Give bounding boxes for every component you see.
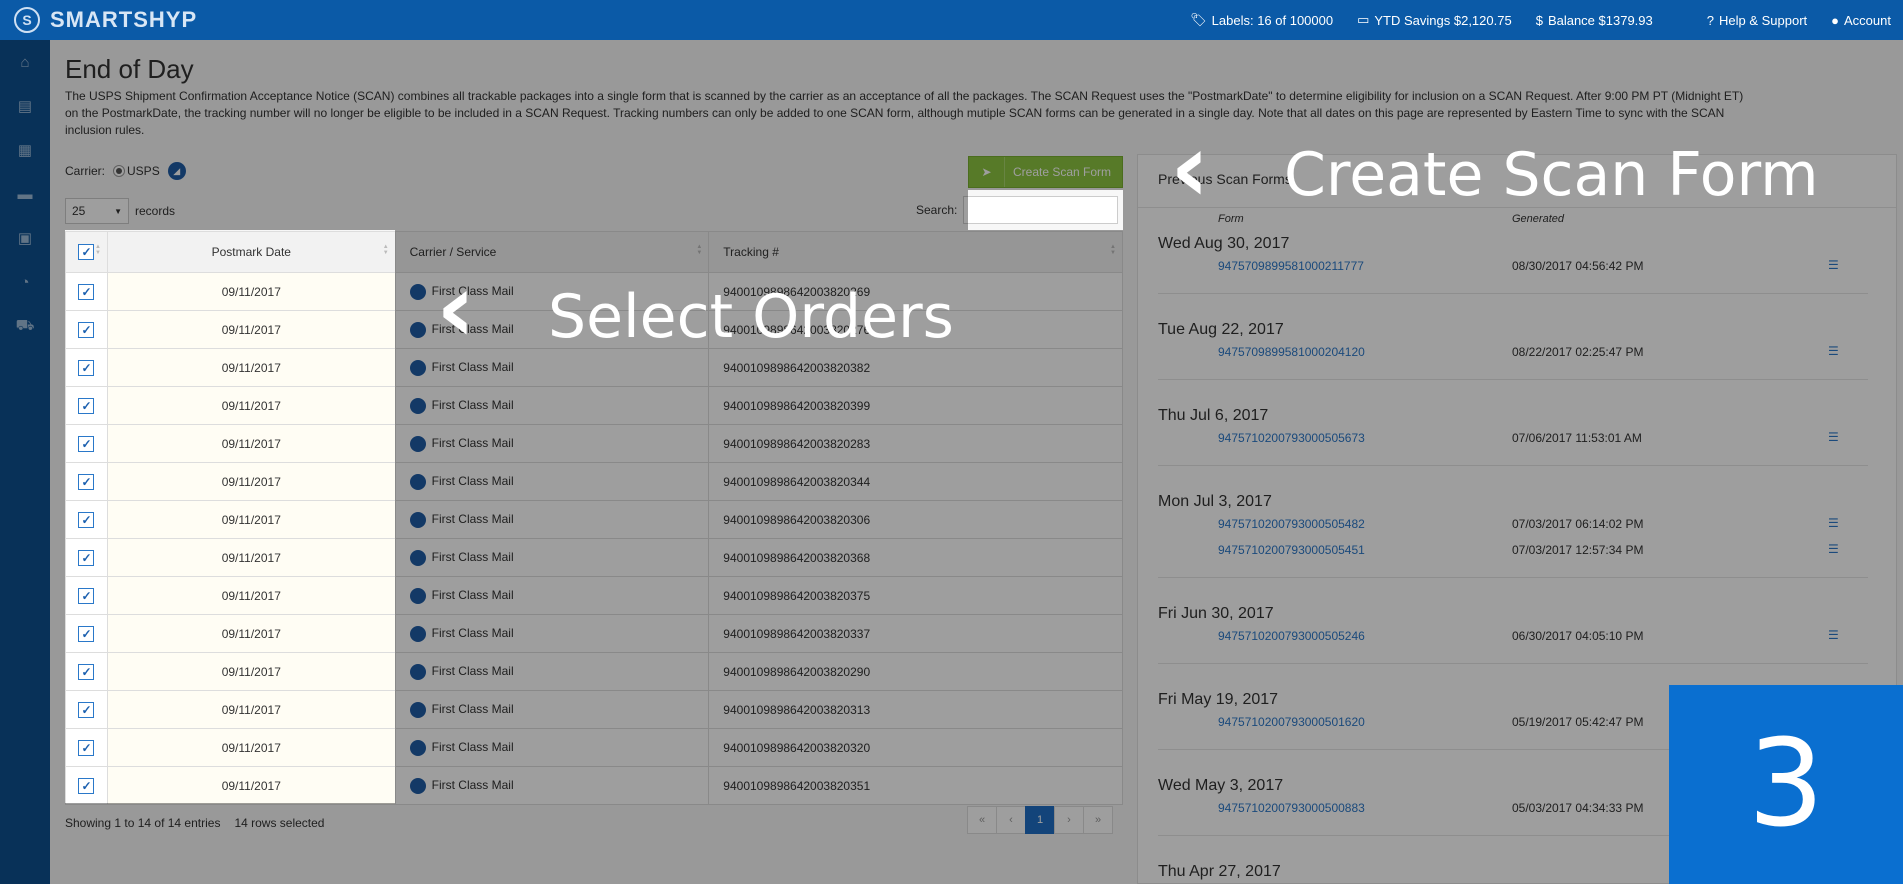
- row-select-cell[interactable]: ✓: [65, 386, 108, 425]
- postmark-date-cell: 09/11/2017: [106, 310, 396, 349]
- postmark-date-cell: 09/11/2017: [106, 386, 396, 425]
- chevron-left-icon: ‹: [436, 252, 476, 364]
- row-checkbox[interactable]: ✓: [78, 321, 95, 338]
- step-number-badge: 3: [1669, 685, 1903, 884]
- postmark-date-header[interactable]: Postmark Date: [106, 231, 396, 273]
- row-checkbox[interactable]: ✓: [78, 587, 95, 604]
- row-select-cell[interactable]: ✓: [65, 310, 108, 349]
- balance: $ Balance $1379.93: [1536, 13, 1653, 28]
- postmark-date-cell: 09/11/2017: [106, 576, 396, 615]
- help-support-link[interactable]: ? Help & Support: [1707, 13, 1807, 28]
- row-select-cell[interactable]: ✓: [65, 500, 108, 539]
- shield-s-icon: S: [14, 7, 40, 33]
- balance-text: Balance $1379.93: [1547, 12, 1653, 28]
- row-select-cell[interactable]: ✓: [65, 614, 108, 653]
- row-checkbox[interactable]: ✓: [78, 397, 95, 414]
- postmark-date-cell: 09/11/2017: [106, 500, 396, 539]
- row-checkbox[interactable]: ✓: [78, 359, 95, 376]
- dim-overlay-left: [0, 230, 65, 884]
- postmark-date-cell: 09/11/2017: [106, 614, 396, 653]
- postmark-date-cell: 09/11/2017: [106, 424, 396, 463]
- row-checkbox[interactable]: ✓: [78, 435, 95, 452]
- row-select-cell[interactable]: ✓: [65, 766, 108, 805]
- row-checkbox[interactable]: ✓: [78, 777, 95, 794]
- account-text: Account: [1844, 12, 1891, 28]
- postmark-date-cell: 09/11/2017: [106, 652, 396, 691]
- row-checkbox[interactable]: ✓: [78, 511, 95, 528]
- row-checkbox[interactable]: ✓: [78, 739, 95, 756]
- postmark-date-cell: 09/11/2017: [106, 462, 396, 501]
- dollar-icon: $: [1535, 12, 1543, 28]
- postmark-date-cell: 09/11/2017: [106, 272, 396, 311]
- money-icon: ▭: [1357, 12, 1370, 27]
- tag-icon: 🏷: [1190, 12, 1207, 27]
- select-orders-callout: Select Orders: [548, 282, 954, 352]
- postmark-date-cell: 09/11/2017: [106, 690, 396, 729]
- row-select-cell[interactable]: ✓: [65, 424, 108, 463]
- postmark-date-cell: 09/11/2017: [106, 348, 396, 387]
- labels-text: Labels: 16 of 100000: [1211, 12, 1334, 28]
- ytd-text: YTD Savings $2,120.75: [1374, 12, 1512, 28]
- brand[interactable]: S SMARTSHYP: [0, 7, 300, 33]
- ytd-savings: ▭ YTD Savings $2,120.75: [1357, 12, 1512, 28]
- question-circle-icon: ?: [1706, 12, 1714, 28]
- row-select-cell[interactable]: ✓: [65, 690, 108, 729]
- row-select-cell[interactable]: ✓: [65, 652, 108, 691]
- labels-count: 🏷 Labels: 16 of 100000: [1190, 12, 1333, 28]
- user-circle-icon: ●: [1831, 12, 1840, 28]
- postmark-date-cell: 09/11/2017: [106, 538, 396, 577]
- row-select-cell[interactable]: ✓: [65, 576, 108, 615]
- row-select-cell[interactable]: ✓: [65, 538, 108, 577]
- brand-name: SMARTSHYP: [50, 7, 198, 32]
- account-link[interactable]: ● Account: [1831, 13, 1891, 28]
- help-text: Help & Support: [1718, 12, 1808, 28]
- dim-overlay-left-mid: [0, 190, 968, 230]
- top-bar: S SMARTSHYP 🏷 Labels: 16 of 100000 ▭ YTD S…: [0, 0, 1903, 40]
- top-right-menu: 🏷 Labels: 16 of 100000 ▭ YTD Savings $2,12…: [1190, 0, 1891, 40]
- row-select-cell[interactable]: ✓: [65, 462, 108, 501]
- search-input[interactable]: [963, 196, 1119, 224]
- row-checkbox[interactable]: ✓: [78, 283, 95, 300]
- dim-overlay-bottom: [65, 803, 395, 884]
- row-checkbox[interactable]: ✓: [78, 549, 95, 566]
- postmark-date-cell: 09/11/2017: [106, 766, 396, 805]
- row-checkbox[interactable]: ✓: [78, 663, 95, 680]
- row-checkbox[interactable]: ✓: [78, 701, 95, 718]
- select-all-checkbox[interactable]: ✓: [78, 244, 95, 260]
- row-select-cell[interactable]: ✓: [65, 348, 108, 387]
- postmark-date-cell: 09/11/2017: [106, 728, 396, 767]
- row-select-cell[interactable]: ✓: [65, 728, 108, 767]
- row-select-cell[interactable]: ✓: [65, 272, 108, 311]
- row-checkbox[interactable]: ✓: [78, 625, 95, 642]
- row-checkbox[interactable]: ✓: [78, 473, 95, 490]
- step-number: 3: [1747, 715, 1825, 854]
- create-scan-form-callout: Create Scan Form: [1284, 140, 1819, 210]
- select-all-header[interactable]: ✓: [65, 231, 108, 273]
- chevron-left-icon: ‹: [1170, 112, 1210, 224]
